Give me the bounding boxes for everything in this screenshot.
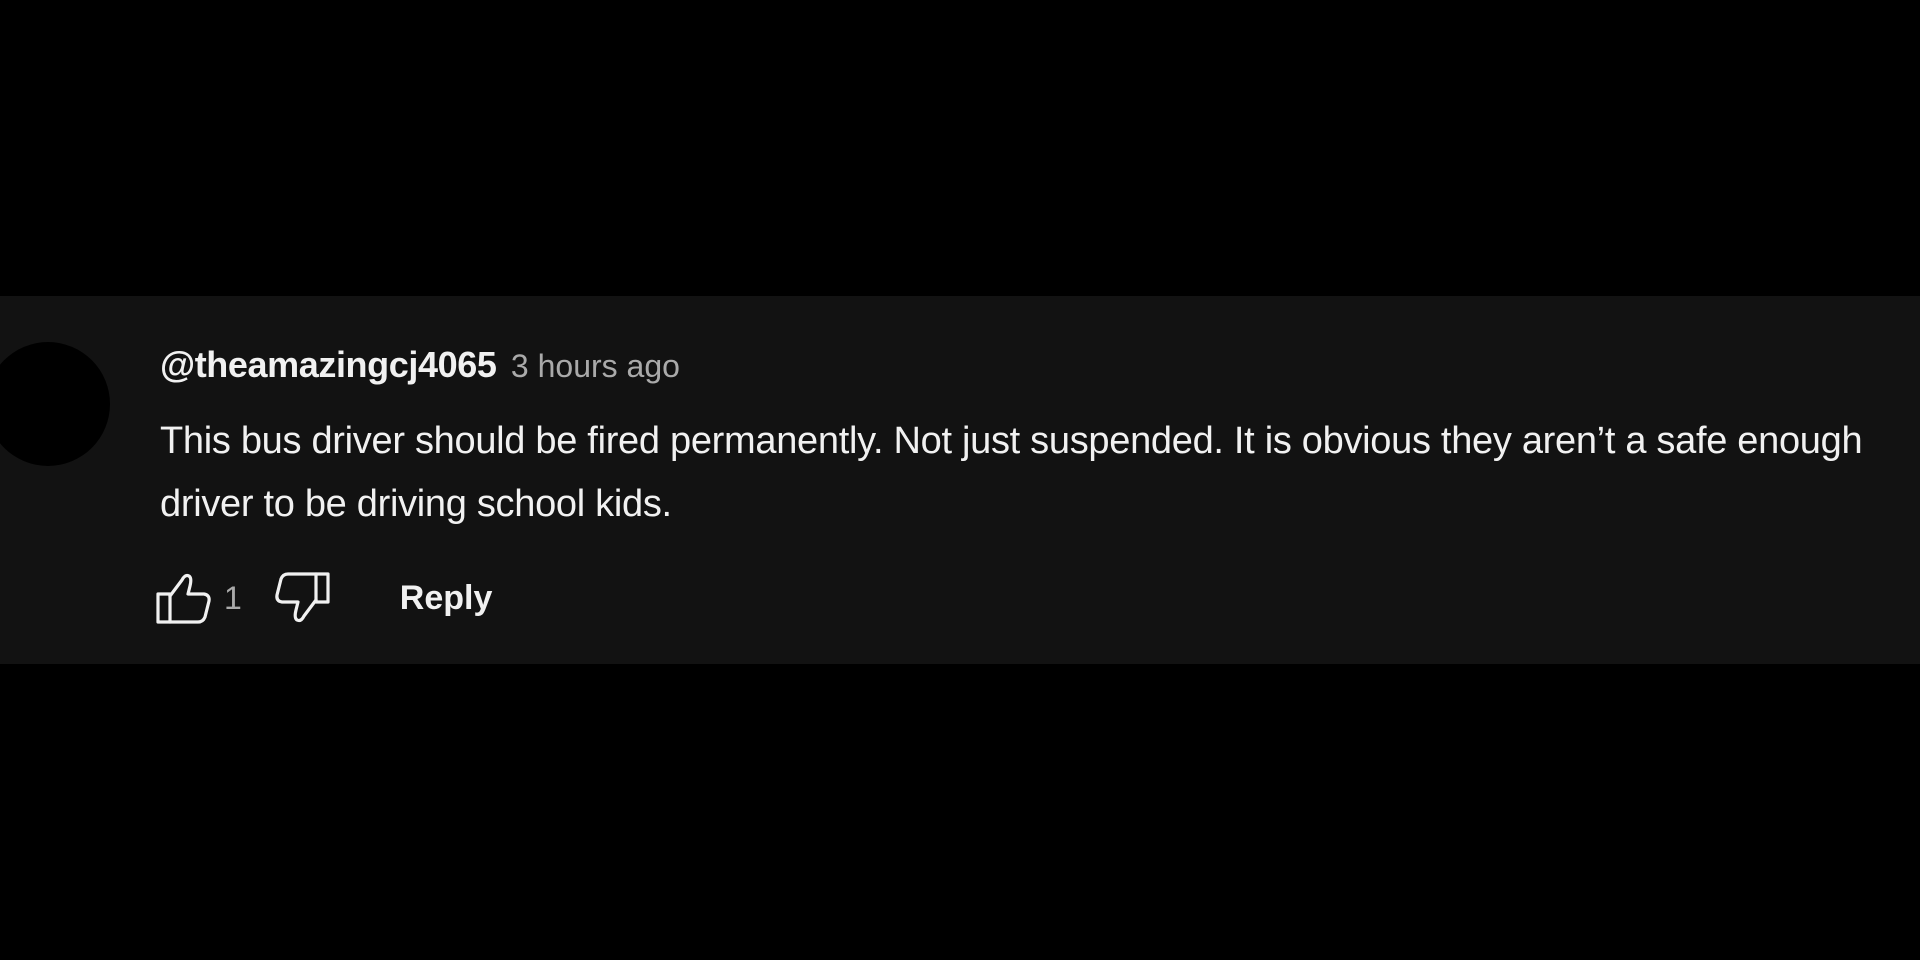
thumbs-up-icon <box>156 573 211 624</box>
like-button[interactable] <box>152 568 216 628</box>
dislike-button[interactable] <box>270 568 334 628</box>
comment-timestamp[interactable]: 3 hours ago <box>511 348 680 384</box>
comment-text: This bus driver should be fired permanen… <box>160 420 1863 525</box>
page: @theamazingcj4065 3 hours ago This bus d… <box>0 0 1920 960</box>
thumbs-down-icon <box>275 572 330 623</box>
reply-button[interactable]: Reply <box>400 571 493 626</box>
comment-actions: 1 Reply <box>152 568 492 628</box>
comment-header: @theamazingcj4065 3 hours ago <box>160 344 680 386</box>
like-count: 1 <box>224 579 242 616</box>
author-name[interactable]: @theamazingcj4065 <box>160 344 497 385</box>
